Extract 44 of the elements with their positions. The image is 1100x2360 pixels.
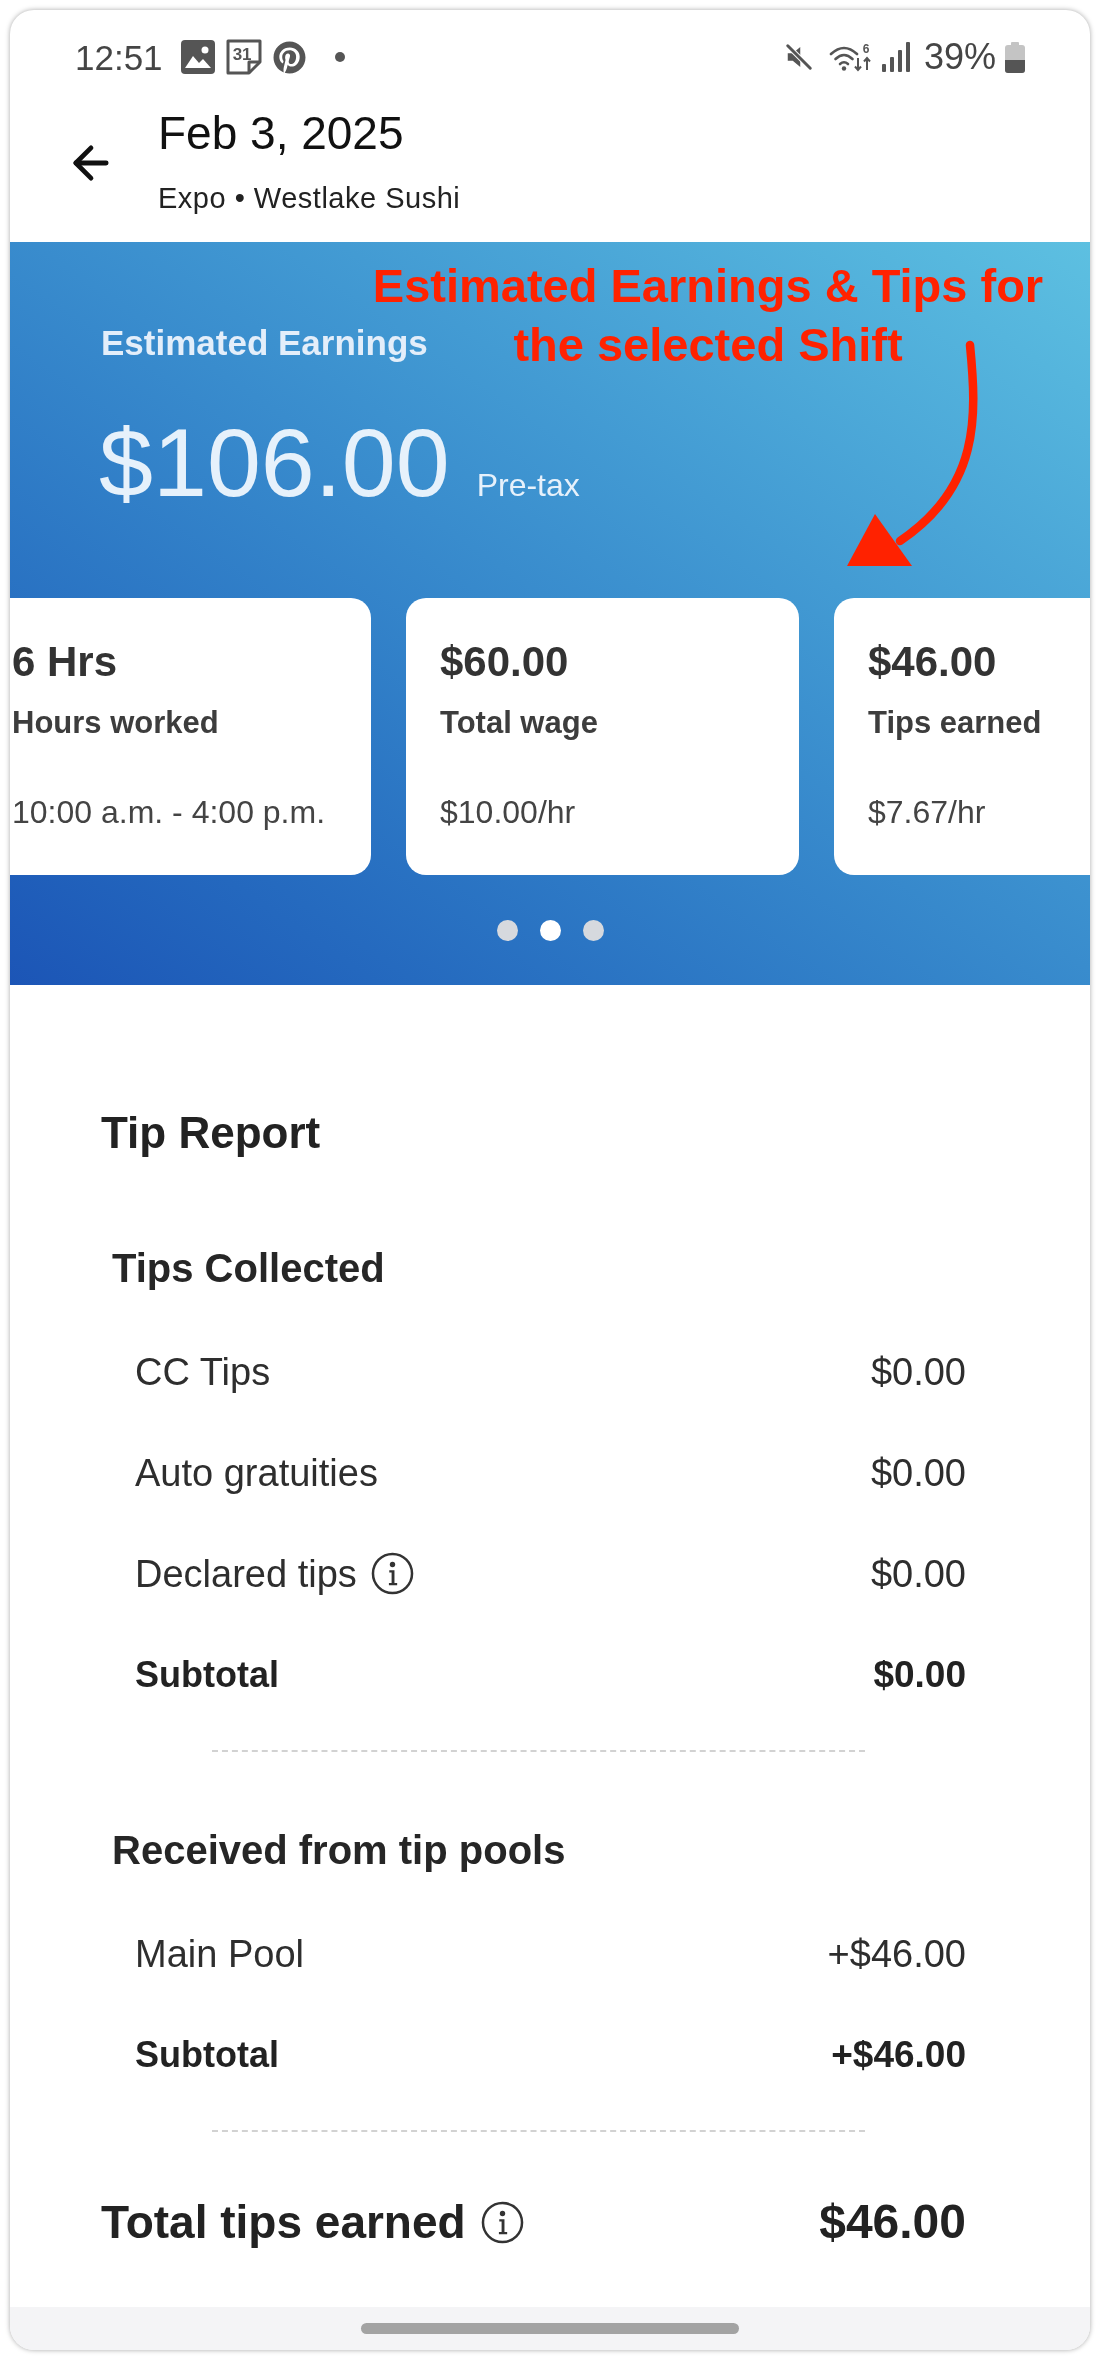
stat-value: $60.00 [440,640,569,684]
battery-icon [1005,41,1025,73]
status-time: 12:51 [75,39,163,75]
stat-label: Total wage [440,704,598,742]
signal-icon [881,42,910,72]
row-label: Declared tips [135,1551,357,1597]
stat-value: $46.00 [868,640,997,684]
stat-detail: $7.67/hr [868,793,986,831]
subtotal-label: Subtotal [135,2032,279,2077]
battery-percent: 39% [923,39,996,75]
pre-tax-note: Pre-tax [476,466,580,504]
image-icon [180,40,215,74]
page-subtitle: Expo • Westlake Sushi [158,181,461,216]
calendar-icon: 31 [225,39,262,75]
subtotal-amount: +$46.00 [831,2032,966,2077]
p-logo-icon [272,40,306,74]
section-title: Tips Collected [112,1245,385,1291]
section-title: Received from tip pools [112,1827,566,1873]
total-amount: $46.00 [819,2195,966,2249]
row-label: Main Pool [135,1931,304,1977]
earnings-amount: $106.00 [99,408,450,518]
info-icon[interactable] [370,1552,414,1595]
total-label: Total tips earned [101,2195,466,2249]
row-amount: $0.00 [870,1551,966,1597]
notification-dot-icon [334,52,345,62]
earnings-label: Estimated Earnings [101,322,428,364]
subtotal-label: Subtotal [135,1652,279,1697]
stat-detail: $10.00/hr [440,793,576,831]
info-icon[interactable] [480,2200,524,2244]
report-title: Tip Report [101,1108,321,1158]
row-label: CC Tips [135,1349,271,1395]
page-title: Feb 3, 2025 [158,106,404,160]
stat-detail: 10:00 a.m. - 4:00 p.m. [12,793,326,831]
stat-value: 6 Hrs [12,640,118,684]
row-amount: $0.00 [870,1349,966,1395]
annotation-text: the selected Shift [513,317,903,373]
stat-label: Tips earned [868,704,1042,742]
row-amount: +$46.00 [827,1931,966,1977]
stat-label: Hours worked [12,704,219,742]
row-amount: $0.00 [870,1450,966,1496]
annotation-text: Estimated Earnings & Tips for [372,258,1044,314]
subtotal-amount: $0.00 [873,1652,966,1697]
row-label: Auto gratuities [135,1450,378,1496]
mute-icon [783,42,814,72]
